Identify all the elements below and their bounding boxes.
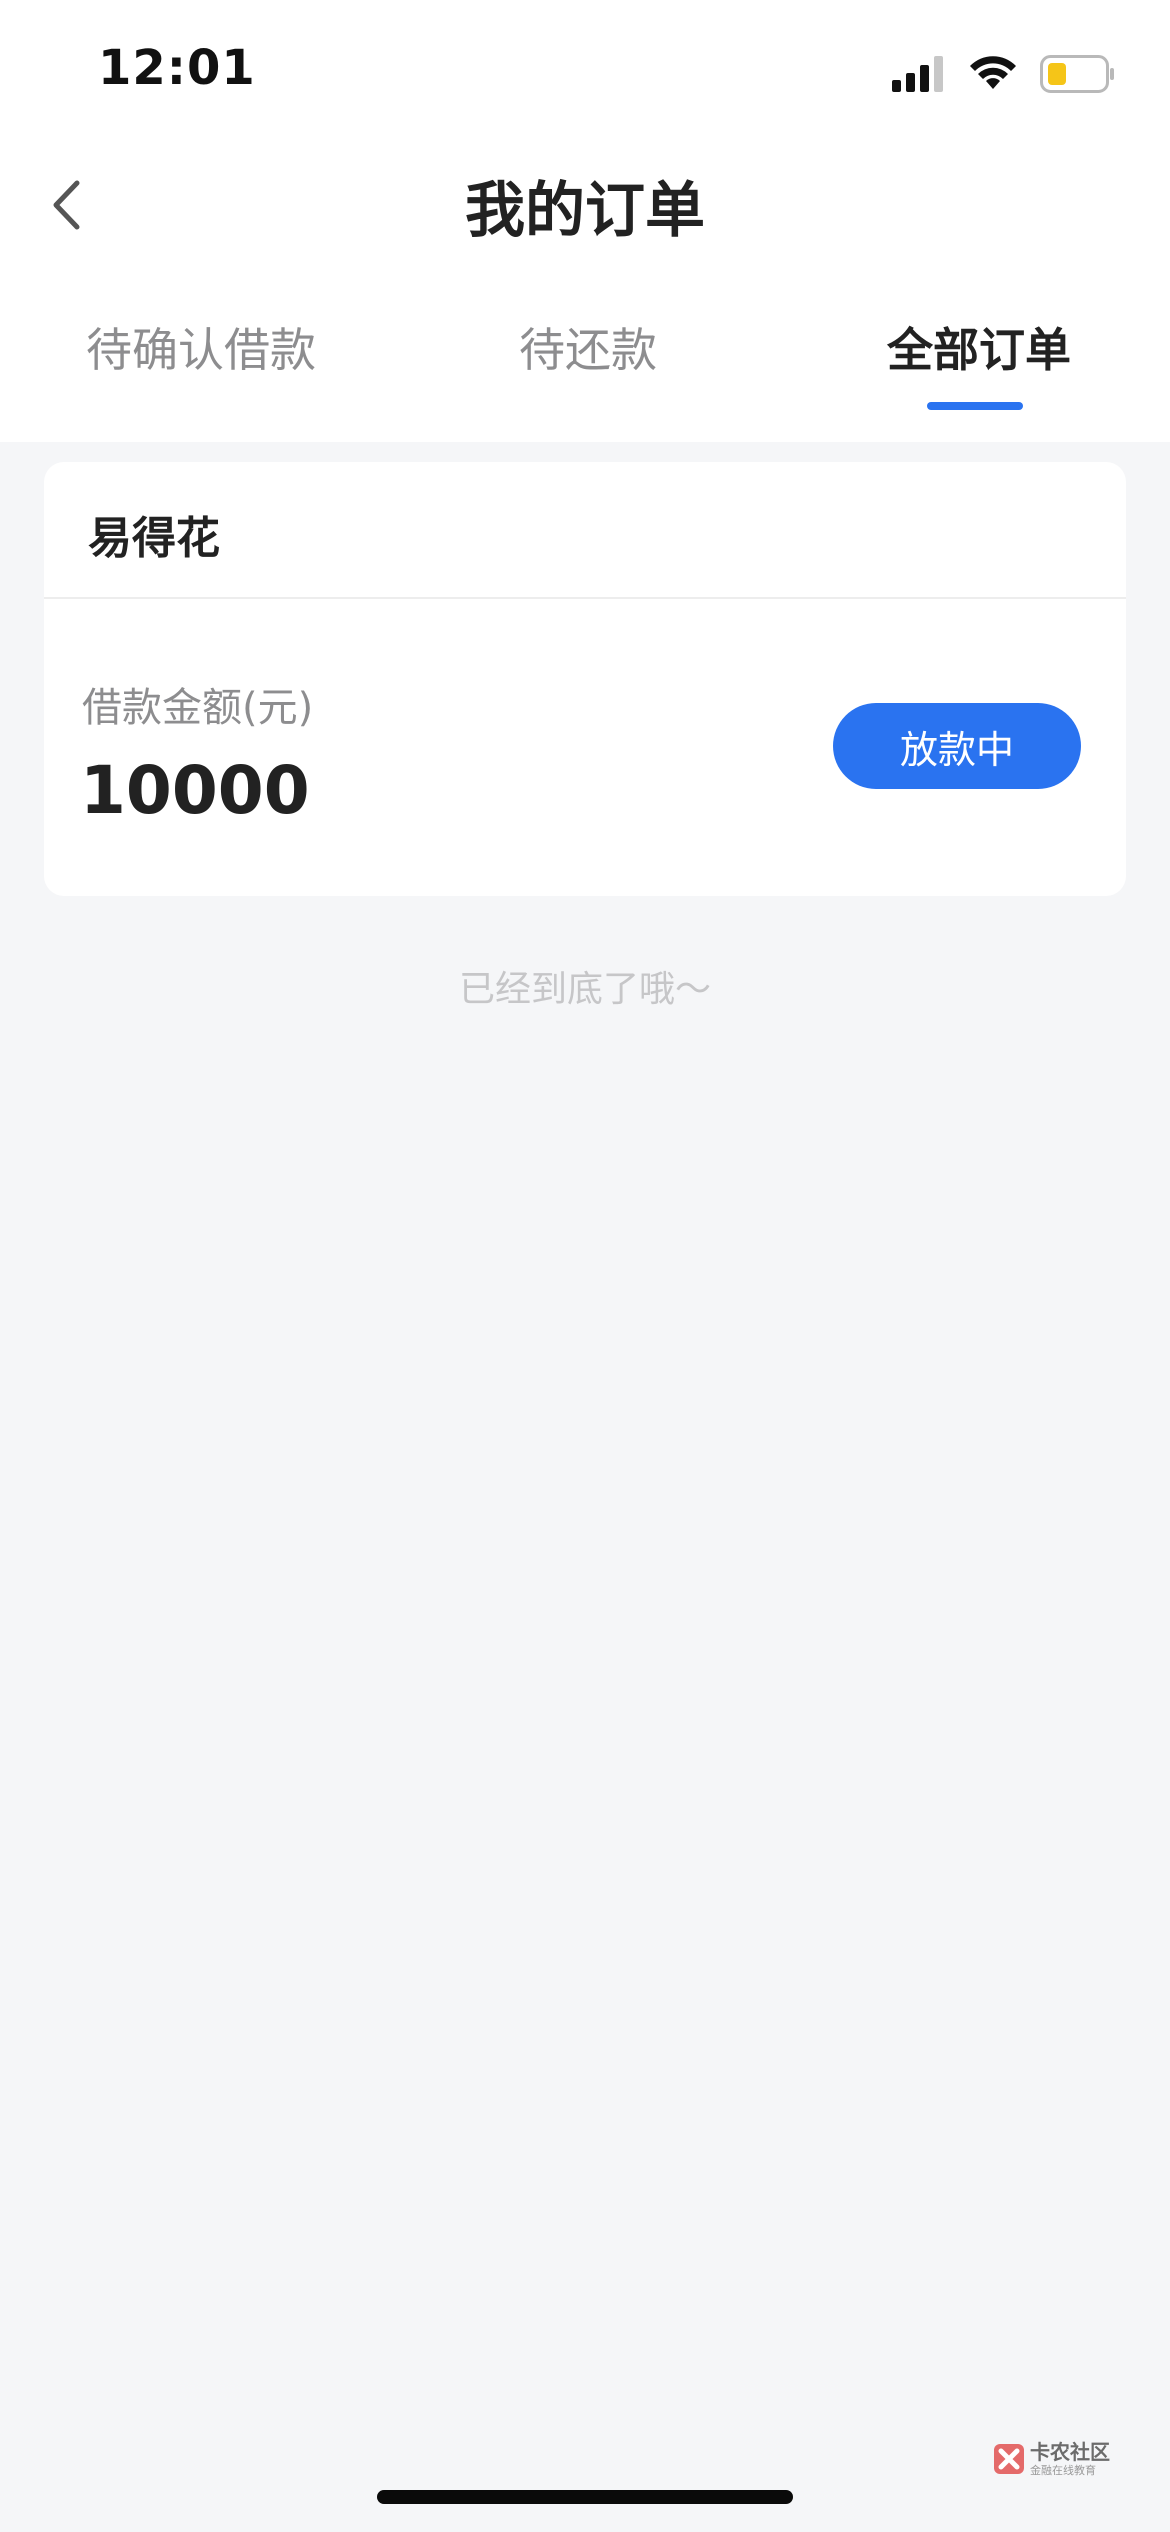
tab-pending-confirm[interactable]: 待确认借款 bbox=[86, 314, 316, 380]
status-icons bbox=[892, 52, 1116, 96]
status-time: 12:01 bbox=[98, 40, 256, 96]
tab-all-orders[interactable]: 全部订单 bbox=[887, 314, 1071, 380]
signal-icon bbox=[892, 56, 943, 92]
product-name: 易得花 bbox=[88, 513, 220, 564]
order-card[interactable]: 易得花 借款金额(元) 10000 放款中 bbox=[44, 462, 1126, 896]
watermark-text: 卡农社区 金融在线教育 bbox=[1030, 2442, 1110, 2476]
loan-status-button[interactable]: 放款中 bbox=[833, 703, 1081, 789]
top-bar: 12:01 我的订单 待确认借款 待还款 全部订单 bbox=[0, 0, 1170, 442]
order-card-header: 易得花 bbox=[44, 462, 1126, 599]
order-tabs: 待确认借款 待还款 全部订单 bbox=[0, 300, 1170, 420]
tab-pending-repay[interactable]: 待还款 bbox=[519, 314, 657, 380]
amount-label: 借款金额(元) bbox=[82, 685, 314, 731]
list-end-text: 已经到底了哦～ bbox=[458, 969, 711, 1010]
active-tab-indicator bbox=[927, 402, 1023, 410]
watermark-brand: 卡农社区 bbox=[1030, 2440, 1110, 2464]
watermark: 卡农社区 金融在线教育 bbox=[992, 2442, 1110, 2476]
page-title: 我的订单 bbox=[465, 176, 705, 246]
watermark-subtitle: 金融在线教育 bbox=[1030, 2464, 1096, 2477]
watermark-logo-icon bbox=[994, 2444, 1024, 2474]
battery-icon bbox=[1040, 55, 1114, 93]
wifi-icon bbox=[970, 56, 1016, 89]
amount-value: 10000 bbox=[80, 752, 310, 829]
home-indicator[interactable] bbox=[377, 2490, 793, 2504]
